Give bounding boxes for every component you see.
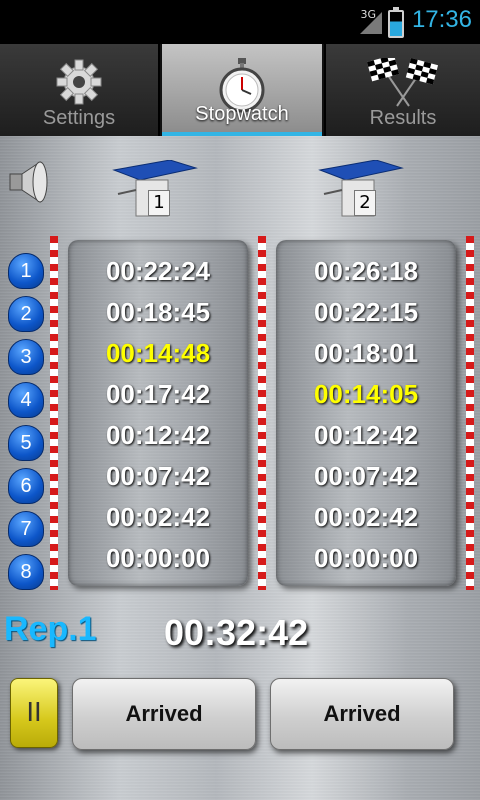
lane-rope bbox=[50, 236, 58, 590]
lap-time: 00:07:42 bbox=[313, 461, 419, 491]
lap-time: 00:00:00 bbox=[105, 543, 211, 573]
lane-number: 2 bbox=[354, 190, 376, 216]
status-bar: 3G 17:36 bbox=[0, 0, 480, 44]
lap-time: 00:12:42 bbox=[105, 420, 211, 450]
lap-time: 00:12:42 bbox=[313, 420, 419, 450]
lane-1-times-panel: 00:22:24 00:18:45 00:14:48 00:17:42 00:1… bbox=[68, 240, 248, 586]
tab-results[interactable]: Results bbox=[324, 44, 480, 136]
clock: 17:36 bbox=[411, 6, 472, 33]
lane-number: 1 bbox=[148, 190, 170, 216]
signal-icon bbox=[360, 12, 382, 34]
tab-results-label: Results bbox=[369, 107, 437, 129]
lap-time-best: 00:14:05 bbox=[313, 379, 419, 409]
arrived-button-lane-2[interactable]: Arrived bbox=[270, 678, 454, 750]
lap-time: 00:18:45 bbox=[105, 297, 211, 327]
arrived-button-lane-1[interactable]: Arrived bbox=[72, 678, 256, 750]
lap-time: 00:00:00 bbox=[313, 543, 419, 573]
gear-icon bbox=[55, 58, 103, 110]
speaker-icon[interactable] bbox=[6, 160, 52, 208]
starting-block-lane-2: 2 bbox=[316, 159, 406, 220]
repetition-label: Rep.1 bbox=[4, 610, 97, 648]
lap-time: 00:17:42 bbox=[105, 379, 211, 409]
tab-settings[interactable]: Settings bbox=[0, 44, 160, 136]
lap-number-column: 1 2 3 4 5 6 7 8 bbox=[8, 253, 44, 597]
lap-time: 00:07:42 bbox=[105, 461, 211, 491]
lap-time: 00:22:24 bbox=[105, 256, 211, 286]
lap-time: 00:02:42 bbox=[105, 502, 211, 532]
lap-badge: 3 bbox=[8, 339, 44, 375]
lap-badge: 2 bbox=[8, 296, 44, 332]
lap-time: 00:18:01 bbox=[313, 338, 419, 368]
lane-rope bbox=[466, 236, 474, 590]
lap-badge: 6 bbox=[8, 468, 44, 504]
lane-2-times-panel: 00:26:18 00:22:15 00:18:01 00:14:05 00:1… bbox=[276, 240, 456, 586]
starting-block-lane-1: 1 bbox=[110, 159, 200, 220]
lap-badge: 5 bbox=[8, 425, 44, 461]
checkered-flags-icon bbox=[363, 54, 443, 112]
lap-time-best: 00:14:48 bbox=[105, 338, 211, 368]
total-time: 00:32:42 bbox=[164, 612, 309, 653]
battery-icon bbox=[388, 7, 404, 38]
tab-bar: Settings Stopwatch Results bbox=[0, 44, 480, 136]
tab-stopwatch-label: Stopwatch bbox=[195, 103, 289, 125]
lap-time: 00:26:18 bbox=[313, 256, 419, 286]
lane-rope bbox=[258, 236, 266, 590]
lap-badge: 4 bbox=[8, 382, 44, 418]
lap-time: 00:22:15 bbox=[313, 297, 419, 327]
lap-time: 00:02:42 bbox=[313, 502, 419, 532]
lap-badge: 7 bbox=[8, 511, 44, 547]
lap-badge: 8 bbox=[8, 554, 44, 590]
lap-badge: 1 bbox=[8, 253, 44, 289]
tab-stopwatch[interactable]: Stopwatch bbox=[162, 44, 322, 136]
tab-settings-label: Settings bbox=[42, 107, 116, 129]
pause-button[interactable]: II bbox=[10, 678, 58, 748]
